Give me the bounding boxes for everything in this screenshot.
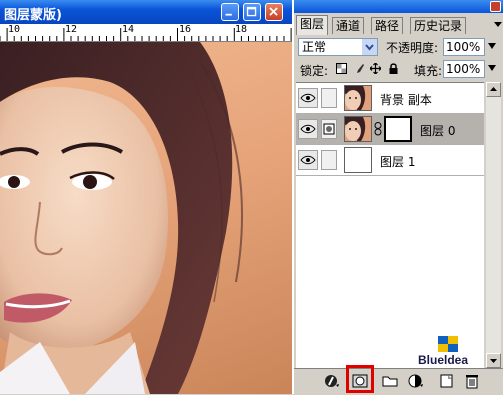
layers-palette: 图层 通道 路径 历史记录 正常 不透明度: 100% 锁定: 填充: 100% bbox=[292, 0, 503, 395]
blueidea-logo: Blueldea bbox=[418, 334, 488, 368]
layer-thumbnail bbox=[344, 85, 372, 111]
chain-link-icon[interactable] bbox=[374, 122, 382, 136]
palette-bottom-toolbar bbox=[294, 365, 503, 395]
blend-mode-select[interactable]: 正常 bbox=[298, 38, 378, 56]
layer-name: 图层 0 bbox=[420, 124, 456, 138]
palette-close-button[interactable] bbox=[490, 1, 501, 12]
trash-icon[interactable] bbox=[464, 373, 480, 389]
layer-style-icon[interactable] bbox=[324, 373, 340, 389]
new-group-icon[interactable] bbox=[382, 373, 398, 389]
layer-link-box[interactable] bbox=[321, 150, 337, 170]
tab-channels[interactable]: 通道 bbox=[332, 17, 365, 34]
layer-thumbnail bbox=[344, 147, 372, 173]
lock-transparent-icon[interactable] bbox=[336, 63, 347, 74]
layer-thumbnail bbox=[344, 116, 372, 142]
layer-name: 图层 1 bbox=[380, 155, 416, 169]
ruler-label: 14 bbox=[122, 24, 135, 35]
layer-row-layer-1[interactable]: 图层 1 bbox=[296, 145, 484, 176]
portrait-illustration bbox=[0, 42, 243, 394]
fill-label: 填充: bbox=[414, 64, 443, 78]
tab-paths[interactable]: 路径 bbox=[371, 17, 404, 34]
ruler-label: 16 bbox=[179, 24, 192, 35]
layers-scrollbar[interactable] bbox=[486, 82, 501, 368]
eye-icon[interactable] bbox=[298, 119, 318, 139]
maximize-button[interactable] bbox=[243, 3, 261, 21]
layers-list: 背景 副本 图层 0 图层 1 bbox=[296, 82, 484, 369]
mask-status-icon[interactable] bbox=[321, 119, 337, 139]
close-icon bbox=[269, 7, 278, 16]
eye-icon[interactable] bbox=[298, 150, 318, 170]
opacity-input[interactable]: 100% bbox=[443, 38, 485, 56]
palette-tabs: 图层 通道 路径 历史记录 bbox=[296, 15, 503, 35]
layer-mask-thumbnail[interactable] bbox=[384, 116, 412, 142]
tab-layers[interactable]: 图层 bbox=[296, 15, 329, 35]
new-layer-icon[interactable] bbox=[438, 373, 454, 389]
ruler-label: 10 bbox=[8, 24, 21, 35]
ruler-label: 12 bbox=[65, 24, 78, 35]
opacity-slider-arrow-icon[interactable] bbox=[488, 43, 496, 49]
lock-label: 锁定: bbox=[300, 64, 329, 78]
maximize-icon bbox=[246, 6, 257, 17]
palette-menu-icon[interactable] bbox=[493, 18, 503, 30]
chevron-down-icon[interactable] bbox=[362, 39, 377, 55]
fill-slider-arrow-icon[interactable] bbox=[488, 65, 496, 71]
layer-name: 背景 副本 bbox=[380, 93, 432, 107]
eye-icon[interactable] bbox=[298, 88, 318, 108]
lock-all-icon[interactable] bbox=[388, 63, 399, 74]
tab-history[interactable]: 历史记录 bbox=[410, 17, 467, 34]
logo-text: Blueldea bbox=[418, 353, 469, 367]
highlight-box bbox=[346, 365, 374, 393]
scroll-down-button[interactable] bbox=[486, 353, 501, 368]
palette-titlebar[interactable] bbox=[294, 0, 503, 13]
ruler-label: 18 bbox=[235, 24, 248, 35]
lock-brush-icon[interactable] bbox=[354, 63, 365, 74]
document-titlebar[interactable]: 图层蒙版) bbox=[0, 0, 292, 24]
document-title: 图层蒙版) bbox=[4, 8, 62, 23]
layer-row-background-copy[interactable]: 背景 副本 bbox=[296, 83, 484, 114]
minimize-icon bbox=[225, 13, 232, 16]
blend-row: 正常 不透明度: 100% bbox=[298, 38, 498, 58]
scroll-up-button[interactable] bbox=[486, 82, 501, 97]
blend-mode-value: 正常 bbox=[302, 40, 327, 54]
lock-move-icon[interactable] bbox=[370, 63, 381, 74]
layer-link-box[interactable] bbox=[321, 88, 337, 108]
close-button[interactable] bbox=[265, 3, 283, 21]
ruler-ticks bbox=[0, 28, 292, 41]
horizontal-ruler: 10 12 14 16 18 bbox=[0, 24, 292, 42]
document-window: 图层蒙版) 10 12 14 16 18 bbox=[0, 0, 292, 394]
lock-row: 锁定: 填充: 100% bbox=[298, 60, 498, 80]
adjustment-layer-icon[interactable] bbox=[408, 373, 424, 389]
minimize-button[interactable] bbox=[221, 3, 239, 21]
layer-row-layer-0[interactable]: 图层 0 bbox=[296, 114, 484, 145]
fill-input[interactable]: 100% bbox=[443, 60, 485, 78]
opacity-label: 不透明度: bbox=[386, 41, 439, 55]
portrait-photo-canvas[interactable] bbox=[0, 42, 292, 394]
